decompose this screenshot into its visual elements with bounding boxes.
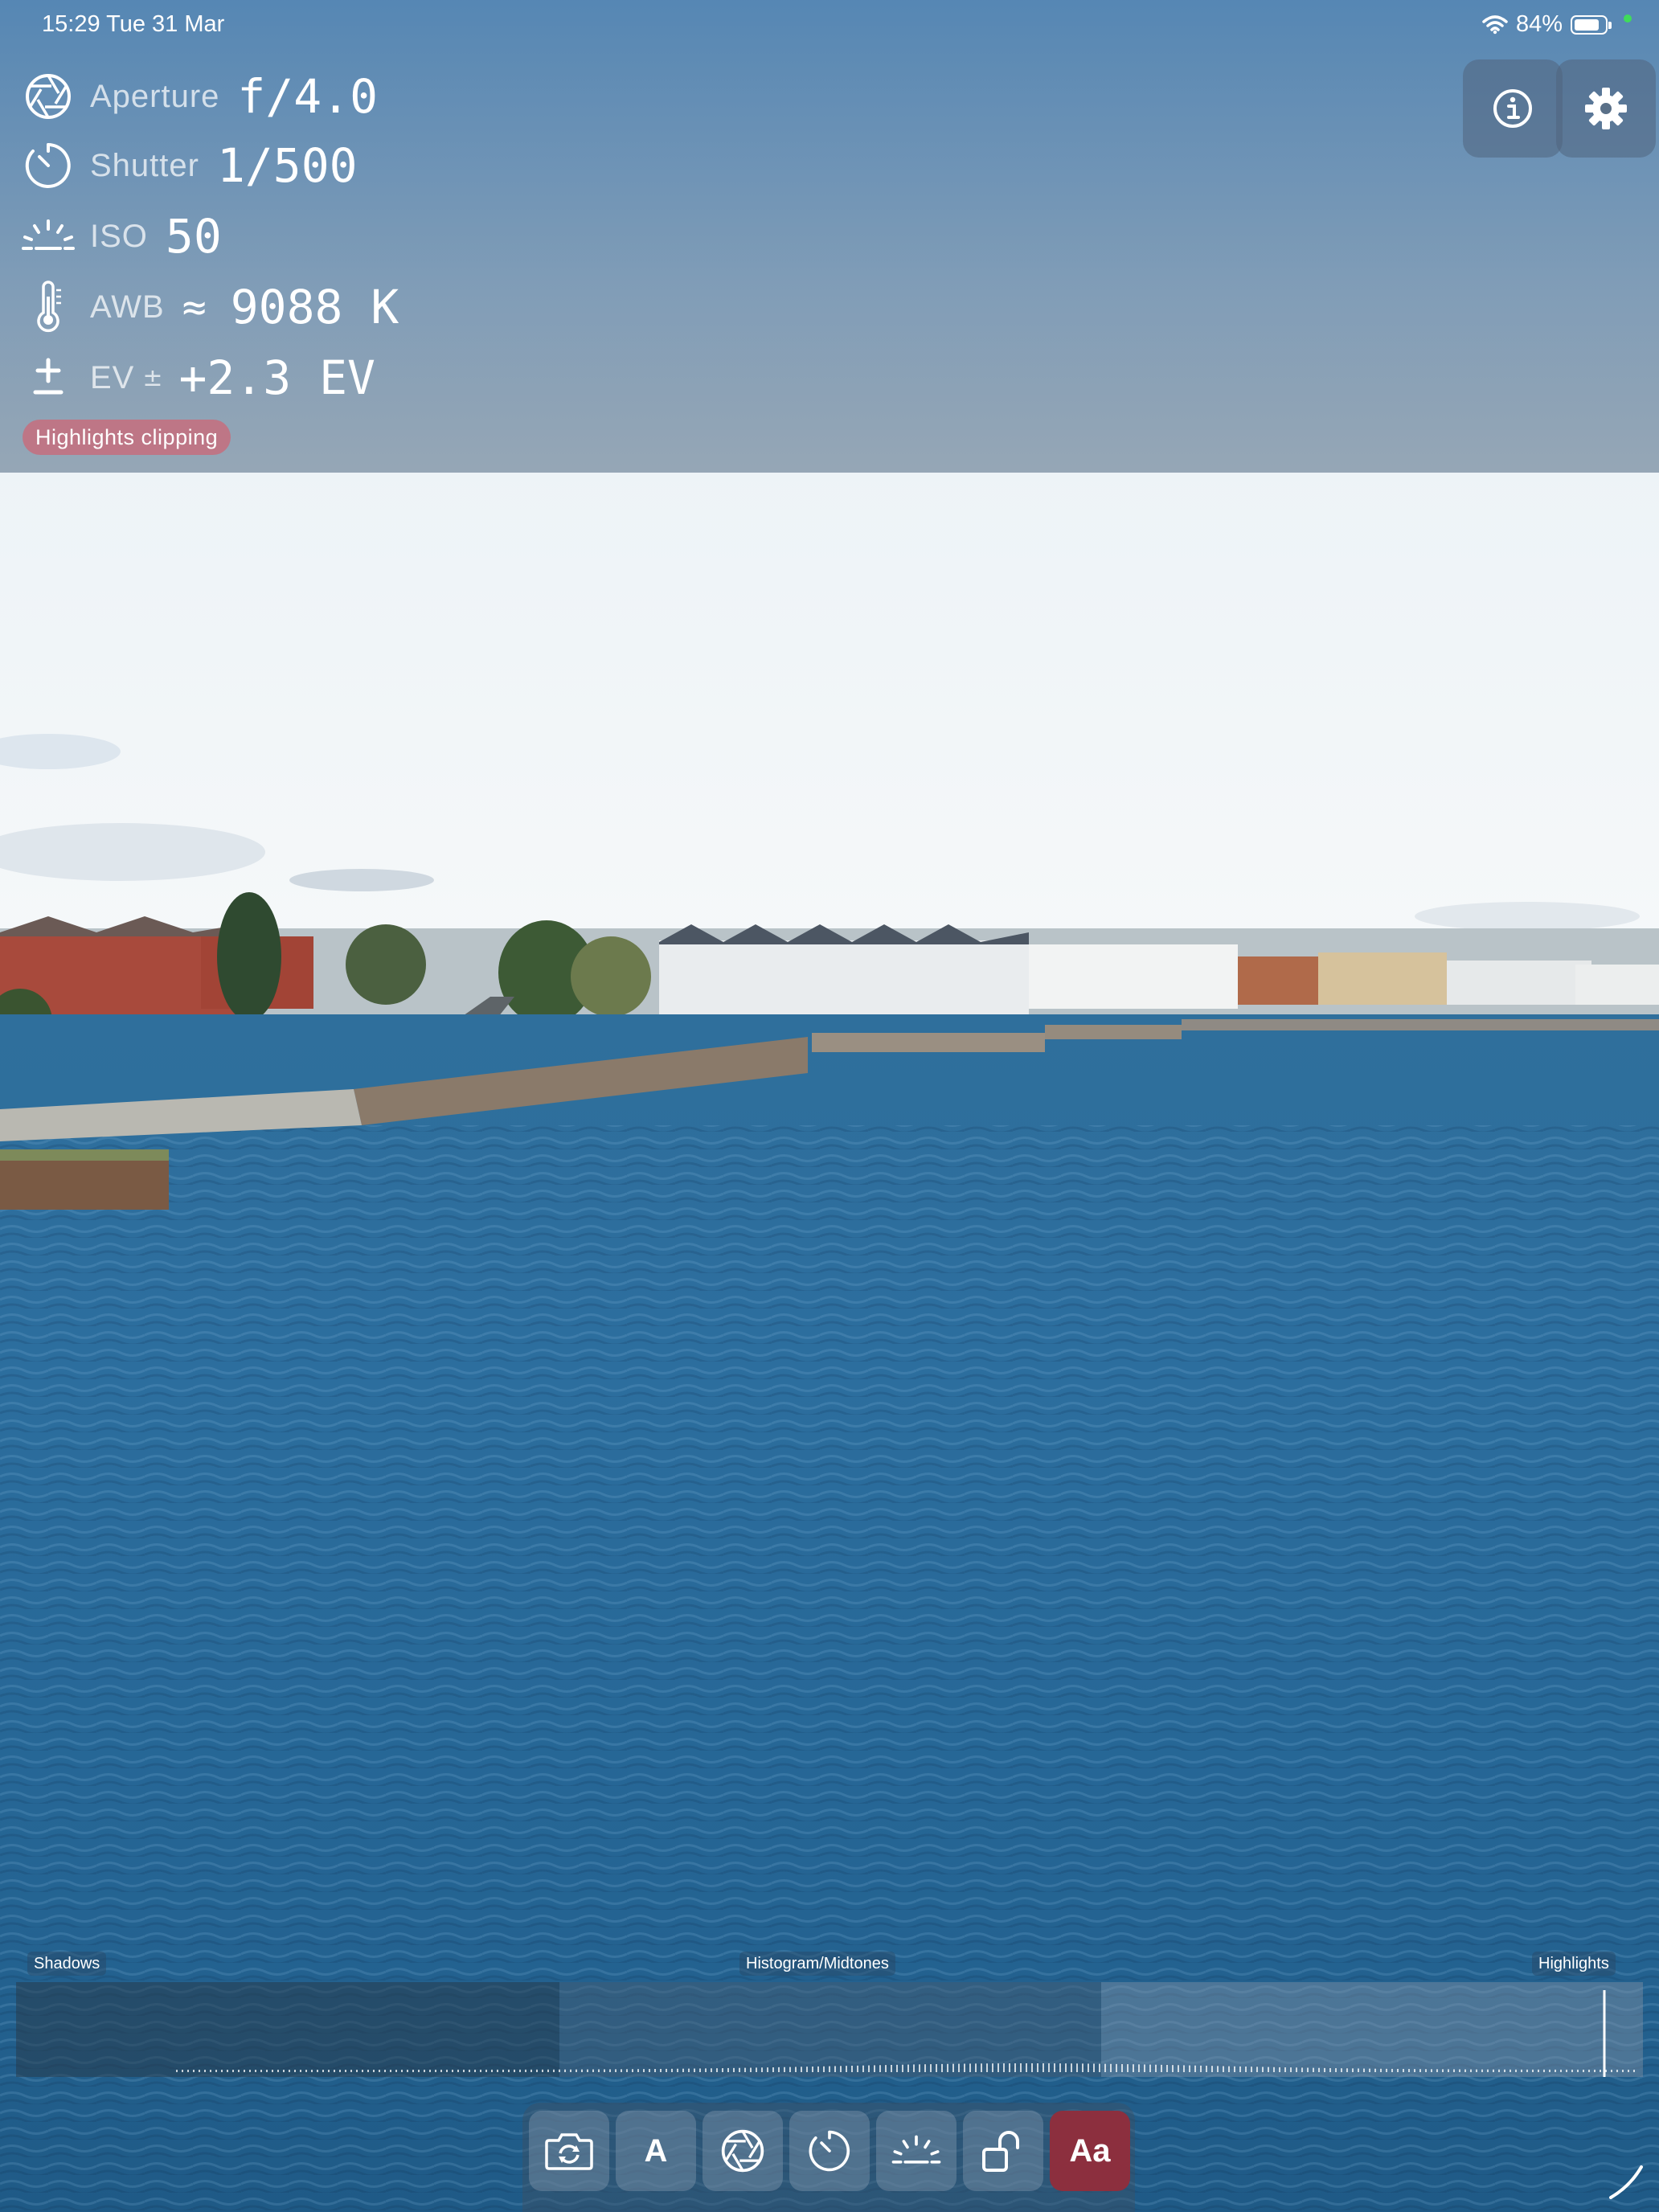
aperture-icon — [19, 68, 77, 125]
iso-value: 50 — [165, 209, 222, 264]
histogram-ticks — [176, 1990, 1635, 2077]
thermometer-icon — [19, 278, 77, 336]
text-size-label: Aa — [1069, 2132, 1111, 2169]
toolbar-auto-mode-button[interactable]: A — [616, 2111, 696, 2191]
unlocked-icon — [982, 2131, 1019, 2172]
status-indicators: 84% — [1482, 11, 1612, 38]
histogram-midtones-label: Histogram/Midtones — [739, 1952, 895, 1976]
ev-plus-minus: ± — [142, 363, 163, 392]
readout-aperture[interactable]: Aperture f/4.0 — [19, 64, 378, 129]
timer-icon — [19, 137, 77, 195]
awb-value: 9088 K — [230, 280, 399, 334]
aperture-icon — [721, 2129, 764, 2173]
histogram-shadows-label: Shadows — [27, 1952, 107, 1976]
auto-mode-label: A — [644, 2132, 668, 2169]
toolbar-text-size-button[interactable]: Aa — [1050, 2111, 1130, 2191]
camera-info-panel: 15:29 Tue 31 Mar 84% Aperture f/4.0 Shut… — [0, 0, 1659, 473]
ev-label: EV — [90, 359, 135, 395]
battery-percent: 84% — [1515, 11, 1563, 37]
histogram-highlights-label: Highlights — [1532, 1952, 1616, 1976]
toolbar-iso-button[interactable] — [876, 2111, 956, 2191]
mode-toolbar: A Aa — [522, 2103, 1135, 2212]
battery-icon — [1571, 14, 1612, 35]
awb-approx-symbol: ≈ — [182, 284, 207, 330]
gear-icon — [1585, 88, 1627, 129]
camera-rotate-icon — [545, 2133, 593, 2170]
readout-ev[interactable]: EV ± +2.3 EV — [19, 346, 375, 410]
info-button[interactable] — [1463, 59, 1563, 158]
readout-shutter[interactable]: Shutter 1/500 — [19, 133, 358, 198]
camera-in-use-indicator — [1624, 14, 1632, 23]
readout-iso[interactable]: ISO 50 — [19, 204, 222, 268]
info-icon — [1493, 89, 1532, 128]
wifi-icon — [1482, 14, 1508, 34]
settings-button[interactable] — [1556, 59, 1656, 158]
resize-handle-icon[interactable] — [1606, 2162, 1646, 2202]
toolbar-shutter-button[interactable] — [789, 2111, 870, 2191]
highlights-clipping-badge: Highlights clipping — [23, 420, 231, 455]
toolbar-aperture-button[interactable] — [703, 2111, 783, 2191]
awb-label: AWB — [90, 289, 165, 325]
shutter-value: 1/500 — [216, 138, 358, 193]
sun-horizon-icon — [891, 2135, 941, 2164]
toolbar-switch-camera-button[interactable] — [529, 2111, 609, 2191]
readout-white-balance[interactable]: AWB ≈ 9088 K — [19, 275, 399, 339]
plus-minus-icon — [19, 349, 77, 407]
status-bar: 15:29 Tue 31 Mar 84% — [0, 0, 1659, 51]
toolbar-lock-button[interactable] — [963, 2111, 1043, 2191]
shutter-label: Shutter — [90, 147, 199, 183]
aperture-label: Aperture — [90, 78, 220, 114]
sun-horizon-icon — [19, 207, 77, 265]
timer-icon — [809, 2130, 850, 2172]
status-time-date: 15:29 Tue 31 Mar — [42, 11, 225, 37]
aperture-value: f/4.0 — [237, 69, 379, 124]
histogram — [16, 1982, 1643, 2077]
ev-value: +2.3 EV — [178, 350, 375, 405]
battery-fill — [1575, 18, 1600, 31]
iso-label: ISO — [90, 218, 148, 254]
